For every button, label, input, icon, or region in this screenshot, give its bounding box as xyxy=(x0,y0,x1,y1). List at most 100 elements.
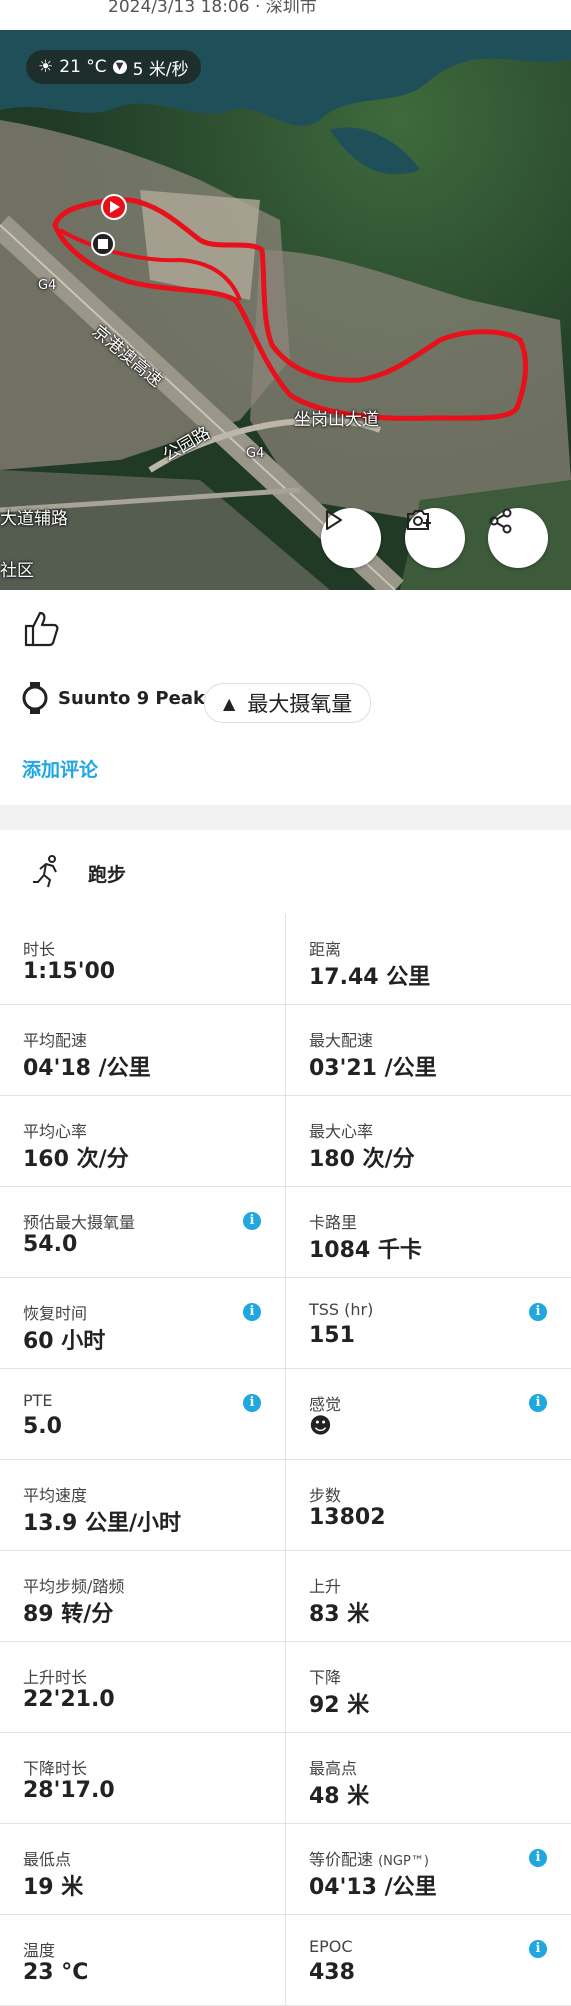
stat-title: 平均心率 xyxy=(23,1118,87,1142)
stats-row: 上升时长 22'21.0 下降 92 米 xyxy=(0,1642,571,1733)
play-icon xyxy=(326,510,342,530)
play-route-button[interactable] xyxy=(321,508,381,568)
device-info: Suunto 9 Peak xyxy=(22,682,205,714)
stat-value: 03'21 /公里 xyxy=(309,1056,437,1081)
stat-value: 54.0 xyxy=(23,1232,78,1257)
stat-value: 17.44 公里 xyxy=(309,965,431,990)
social-card: Suunto 9 Peak ▲ 最大摄氧量 添加评论 xyxy=(0,590,571,805)
stat-title-text: 恢复时间 xyxy=(23,1304,88,1323)
stat-value: 13802 xyxy=(309,1505,386,1530)
info-icon[interactable]: i xyxy=(529,1940,547,1958)
stat-cell: 步数 13802 xyxy=(286,1460,571,1550)
stat-cell: 上升时长 22'21.0 xyxy=(0,1642,286,1732)
route-map[interactable]: 2024/3/13 18:06 · 深圳市 ☀ 21 °C ▼ 5 米/秒 G4… xyxy=(0,0,571,590)
stat-cell: 最高点 48 米 xyxy=(286,1733,571,1823)
stat-title-text: 距离 xyxy=(309,940,342,959)
like-button[interactable] xyxy=(22,610,60,652)
stat-title: EPOC xyxy=(309,1937,353,1956)
stat-title: 温度 xyxy=(23,1937,55,1961)
stat-title-text: EPOC xyxy=(309,1937,353,1956)
temperature-text: 21 °C xyxy=(59,57,107,77)
add-photo-button[interactable] xyxy=(405,508,465,568)
stat-title: 最大配速 xyxy=(309,1027,373,1051)
info-icon[interactable]: i xyxy=(243,1303,261,1321)
wind-speed-text: 5 米/秒 xyxy=(132,59,189,80)
device-name: Suunto 9 Peak xyxy=(58,687,205,709)
stat-title-text: 下降时长 xyxy=(23,1759,88,1778)
stats-row: 平均配速 04'18 /公里 最大配速 03'21 /公里 xyxy=(0,1005,571,1096)
stat-value: 151 xyxy=(309,1323,355,1348)
stat-cell: EPOC 438 i xyxy=(286,1915,571,2005)
activity-type-label: 跑步 xyxy=(88,864,127,886)
feeling-face-icon: ☻ xyxy=(309,1414,332,1439)
stat-cell: 温度 23 °C xyxy=(0,1915,286,2005)
stat-title: PTE xyxy=(23,1391,53,1410)
stat-value: 04'13 /公里 xyxy=(309,1875,437,1900)
stat-title-text: 步数 xyxy=(309,1486,342,1505)
stat-title-text: 平均速度 xyxy=(23,1486,88,1505)
stat-title: 等价配速 (NGP™) xyxy=(309,1846,429,1870)
satellite-map-image xyxy=(0,0,571,590)
map-label-community: 社区 xyxy=(0,561,34,581)
activity-type-row: 跑步 xyxy=(0,830,571,915)
map-label-g4-a: G4 xyxy=(38,278,57,293)
stat-value: 22'21.0 xyxy=(23,1687,115,1712)
stat-cell: 等价配速 (NGP™) 04'13 /公里 i xyxy=(286,1824,571,1914)
info-icon[interactable]: i xyxy=(529,1394,547,1412)
stat-title: 最低点 xyxy=(23,1846,71,1870)
stat-title-text: 下降 xyxy=(309,1668,342,1687)
info-icon[interactable]: i xyxy=(529,1303,547,1321)
stats-row: 预估最大摄氧量 54.0 i 卡路里 1084 千卡 xyxy=(0,1187,571,1278)
stat-title-text: 最高点 xyxy=(309,1759,358,1778)
vo2max-chip[interactable]: ▲ 最大摄氧量 xyxy=(204,683,372,723)
stats-row: 下降时长 28'17.0 最高点 48 米 xyxy=(0,1733,571,1824)
stat-cell: 平均配速 04'18 /公里 xyxy=(0,1005,286,1095)
stat-title-text: PTE xyxy=(23,1391,53,1410)
add-comment-link[interactable]: 添加评论 xyxy=(22,755,98,782)
stat-value: 180 次/分 xyxy=(309,1147,415,1172)
stat-title-text: 最大配速 xyxy=(309,1031,374,1050)
info-icon[interactable]: i xyxy=(243,1394,261,1412)
stat-title-text: 最大心率 xyxy=(309,1122,374,1141)
stat-value: 160 次/分 xyxy=(23,1147,129,1172)
stat-value: 92 米 xyxy=(309,1693,370,1718)
stat-cell: 下降 92 米 xyxy=(286,1642,571,1732)
sun-icon: ☀ xyxy=(38,57,54,77)
share-icon xyxy=(489,508,512,534)
date-location-text: 2024/3/13 18:06 · 深圳市 xyxy=(108,0,317,17)
stat-title-suffix: (NGP™) xyxy=(378,1854,429,1869)
stats-row: 时长 1:15'00 距离 17.44 公里 xyxy=(0,914,571,1005)
stat-cell: 上升 83 米 xyxy=(286,1551,571,1641)
stat-title: 上升 xyxy=(309,1573,341,1597)
stat-cell: 平均心率 160 次/分 xyxy=(0,1096,286,1186)
map-label-g4-b: G4 xyxy=(246,446,265,461)
stat-title: 卡路里 xyxy=(309,1209,357,1233)
stat-title: 步数 xyxy=(309,1482,341,1506)
running-icon xyxy=(33,855,57,888)
stat-title-text: 平均步频/踏频 xyxy=(23,1577,125,1596)
stat-value: 5.0 xyxy=(23,1414,62,1439)
stat-title: 感觉 xyxy=(309,1391,341,1415)
map-label-aux-road: 大道辅路 xyxy=(0,509,68,529)
stats-row: 平均心率 160 次/分 最大心率 180 次/分 xyxy=(0,1096,571,1187)
stat-title-text: 卡路里 xyxy=(309,1213,358,1232)
stat-title-text: 时长 xyxy=(23,940,56,959)
stat-cell: 下降时长 28'17.0 xyxy=(0,1733,286,1823)
stat-title: 下降 xyxy=(309,1664,341,1688)
stats-row: 恢复时间 60 小时 i TSS (hr) 151 i xyxy=(0,1278,571,1369)
wind-icon: ▼ xyxy=(112,60,127,74)
stats-row: 平均速度 13.9 公里/小时 步数 13802 xyxy=(0,1460,571,1551)
stat-title: 上升时长 xyxy=(23,1664,87,1688)
info-icon[interactable]: i xyxy=(243,1212,261,1230)
stat-cell: PTE 5.0 i xyxy=(0,1369,286,1459)
stat-title: 距离 xyxy=(309,936,341,960)
stat-title-text: 温度 xyxy=(23,1941,56,1960)
stat-title-text: 上升时长 xyxy=(23,1668,88,1687)
share-button[interactable] xyxy=(488,508,548,568)
info-icon[interactable]: i xyxy=(529,1849,547,1867)
stat-title: 时长 xyxy=(23,936,55,960)
stat-value: 04'18 /公里 xyxy=(23,1056,151,1081)
thumbs-up-icon xyxy=(24,611,59,647)
stat-cell: 平均步频/踏频 89 转/分 xyxy=(0,1551,286,1641)
stat-cell: 感觉 ☻ i xyxy=(286,1369,571,1459)
